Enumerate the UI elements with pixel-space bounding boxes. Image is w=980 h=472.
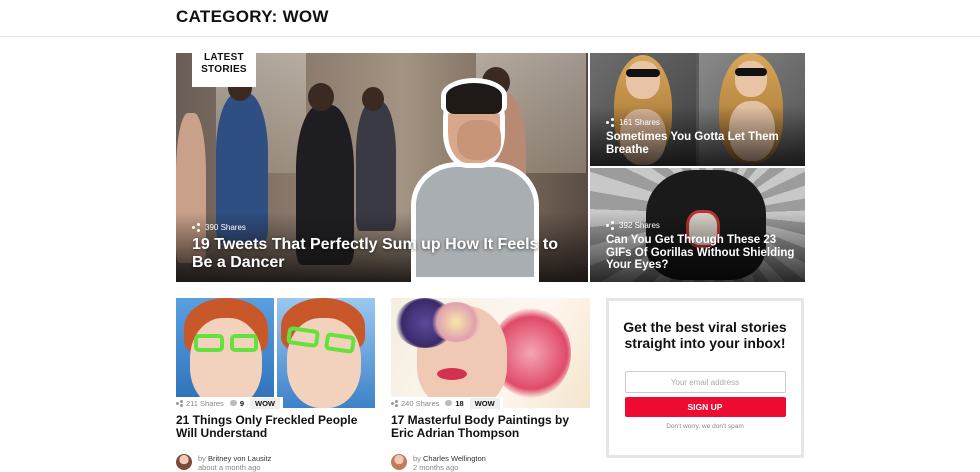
card-share-count: 240 Shares bbox=[401, 398, 440, 408]
category-tag[interactable]: WOW bbox=[469, 397, 500, 409]
card-meta: 211 Shares 9 WOW bbox=[176, 397, 283, 409]
page-header: CATEGORY: WOW bbox=[0, 0, 980, 37]
side1-share-count: 161 Shares bbox=[619, 118, 660, 127]
share-icon bbox=[176, 399, 183, 407]
card-author: by Britney von Lausitz about a month ago bbox=[176, 454, 375, 472]
side1-title[interactable]: Sometimes You Gotta Let Them Breathe bbox=[606, 131, 796, 157]
author-prefix: by bbox=[413, 454, 421, 463]
author-prefix: by bbox=[198, 454, 206, 463]
side2-title[interactable]: Can You Get Through These 23 GIFs Of Gor… bbox=[606, 234, 796, 272]
hero-title[interactable]: 19 Tweets That Perfectly Sum up How It F… bbox=[192, 236, 572, 272]
share-icon bbox=[606, 118, 615, 127]
email-field[interactable] bbox=[624, 371, 786, 393]
story-card-body-paintings[interactable]: 240 Shares 18 WOW 17 Masterful Body Pain… bbox=[391, 298, 590, 472]
signup-title: Get the best viral stories straight into… bbox=[623, 319, 787, 351]
hero-share-count: 390 Shares bbox=[205, 223, 246, 232]
card-title[interactable]: 21 Things Only Freckled People Will Unde… bbox=[176, 414, 375, 440]
author-name[interactable]: Charles Wellington bbox=[423, 454, 486, 463]
newsletter-signup: Get the best viral stories straight into… bbox=[606, 298, 804, 458]
card-comment-count[interactable]: 9 bbox=[240, 399, 244, 408]
avatar[interactable] bbox=[176, 454, 192, 470]
story-card-freckles[interactable]: 211 Shares 9 WOW 21 Things Only Freckled… bbox=[176, 298, 375, 472]
card-author: by Charles Wellington 2 months ago bbox=[391, 454, 590, 472]
side2-shares: 392 Shares bbox=[606, 221, 660, 230]
card-title[interactable]: 17 Masterful Body Paintings by Eric Adri… bbox=[391, 414, 590, 440]
share-icon bbox=[192, 223, 201, 232]
dancer-head bbox=[308, 83, 334, 111]
avatar[interactable] bbox=[391, 454, 407, 470]
share-icon bbox=[606, 221, 615, 230]
comment-icon bbox=[445, 400, 453, 406]
comment-icon bbox=[229, 400, 237, 406]
card-thumbnail[interactable] bbox=[176, 298, 375, 408]
author-name[interactable]: Britney von Lausitz bbox=[208, 454, 271, 463]
dancer-head bbox=[362, 87, 384, 111]
side1-shares: 161 Shares bbox=[606, 118, 660, 127]
share-icon bbox=[391, 399, 398, 407]
card-thumbnail[interactable] bbox=[391, 298, 590, 408]
card-meta: 240 Shares 18 WOW bbox=[391, 397, 503, 409]
card-share-count: 211 Shares bbox=[186, 398, 224, 408]
category-tag[interactable]: WOW bbox=[249, 397, 280, 409]
hero-shares: 390 Shares bbox=[192, 223, 246, 232]
card-comment-count[interactable]: 18 bbox=[455, 399, 463, 408]
latest-stories-badge: LATEST STORIES bbox=[192, 43, 256, 87]
page-title: CATEGORY: WOW bbox=[176, 7, 329, 26]
spam-note: Don't worry, we don't spam bbox=[666, 423, 744, 430]
sign-up-button[interactable]: SIGN UP bbox=[624, 397, 786, 417]
side2-share-count: 392 Shares bbox=[619, 221, 660, 230]
